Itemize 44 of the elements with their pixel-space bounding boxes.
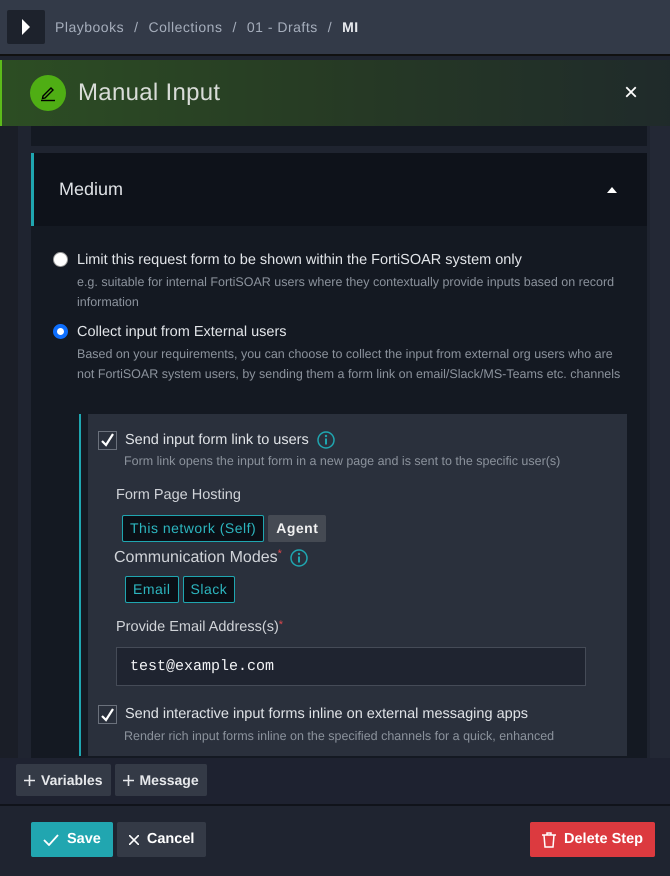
- plus-icon: [24, 774, 35, 786]
- breadcrumb-link[interactable]: Playbooks: [55, 16, 124, 38]
- edit-icon: [30, 75, 66, 111]
- option-hint: Based on your requirements, you can choose to collect the input from external org users who are not FortiSOAR system users, by sending them a form link on email/Slack/MS-Teams etc. channels: [77, 346, 622, 383]
- breadcrumb-separator: /: [134, 18, 138, 36]
- radio-button[interactable]: [53, 252, 68, 267]
- toggle-option[interactable]: This network (Self): [122, 515, 264, 542]
- trash-icon: [542, 832, 556, 848]
- add-button[interactable]: Variables: [16, 764, 110, 796]
- add-button[interactable]: Message: [114, 764, 207, 796]
- radio-button[interactable]: [53, 324, 68, 339]
- toggle-option[interactable]: Agent: [268, 515, 326, 542]
- checkbox-hint: Form link opens the input form in a new page and is sent to the specific user(s): [124, 453, 562, 470]
- caret-icon: [21, 19, 31, 35]
- toggle-option[interactable]: Slack: [182, 576, 236, 603]
- delete-button[interactable]: Delete Step: [530, 822, 655, 857]
- field-label: Communication Modes*: [114, 547, 282, 568]
- checkbox-hint: Render rich input forms inline on the specified channels for a quick, enhanced: [124, 728, 556, 745]
- checkbox-label: Send interactive input forms inline on external messaging apps: [125, 704, 528, 724]
- breadcrumb-separator: /: [328, 18, 332, 36]
- dialog-title: Manual Input: [78, 78, 220, 108]
- plus-icon: [122, 774, 134, 786]
- checkbox-label: Send input form link to users: [125, 430, 309, 450]
- field-label: Form Page Hosting: [116, 486, 242, 506]
- email-field[interactable]: test@example.com: [116, 646, 586, 686]
- breadcrumb-link[interactable]: 01 - Drafts: [246, 16, 318, 38]
- field-label: Provide Email Address(s)*: [116, 618, 284, 637]
- info-icon: [290, 549, 308, 567]
- check-icon: [43, 834, 59, 846]
- toggle-option[interactable]: Email: [125, 576, 179, 603]
- section-header[interactable]: Medium: [31, 153, 647, 226]
- breadcrumb-link[interactable]: Collections: [148, 16, 222, 38]
- close-icon: [128, 834, 139, 844]
- cancel-button[interactable]: Cancel: [116, 822, 206, 857]
- option-hint: e.g. suitable for internal FortiSOAR users where they contextually provide inputs based on record information: [77, 274, 616, 311]
- checkbox[interactable]: [98, 705, 117, 724]
- close-button[interactable]: ×: [620, 81, 642, 105]
- section-title: Medium: [59, 178, 124, 201]
- breadcrumb-separator: /: [232, 18, 237, 36]
- radio-label: Collect input from External users: [77, 322, 288, 342]
- expand-button[interactable]: [7, 10, 45, 44]
- radio-label: Limit this request form to be shown within the FortiSOAR system only: [77, 251, 523, 270]
- checkbox[interactable]: [98, 430, 117, 450]
- info-icon: [316, 431, 335, 450]
